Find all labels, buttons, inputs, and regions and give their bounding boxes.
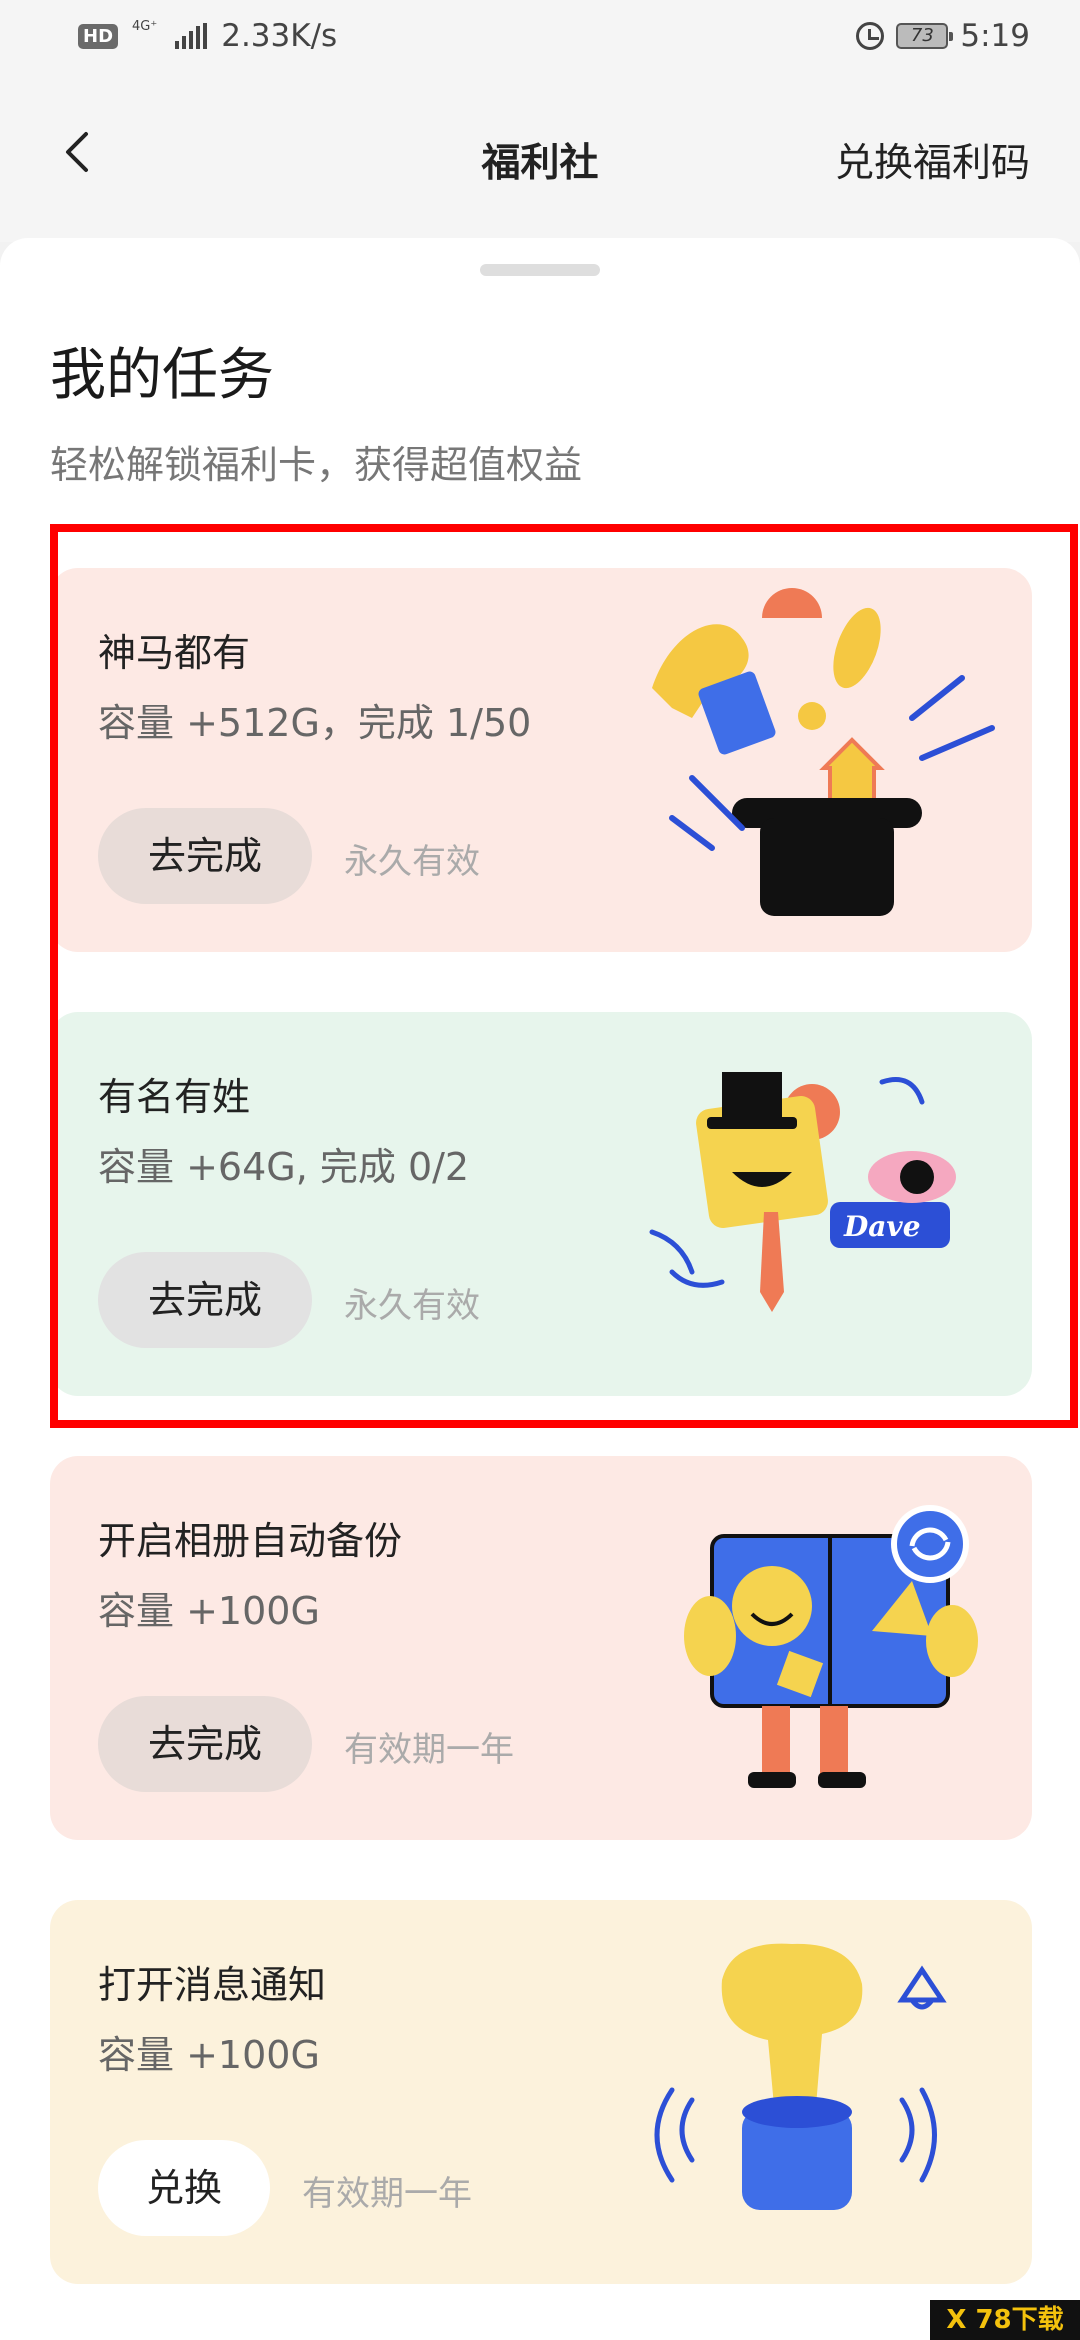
status-right: 73 5:19 — [856, 14, 1030, 58]
name-tag-illustration: Dave — [649, 1072, 956, 1312]
section-title: 我的任务 — [50, 343, 274, 408]
alarm-icon — [856, 22, 885, 50]
task-reward: 容量 +512G，完成 1/50 — [98, 701, 532, 745]
task-sheet: 我的任务 轻松解锁福利卡，获得超值权益 神马都有 容量 +512G，完成 1/5… — [0, 238, 1080, 2340]
redeem-code-link[interactable]: 兑换福利码 — [835, 132, 1030, 188]
task-card: 打开消息通知 容量 +100G 兑换 有效期一年 — [50, 1900, 1032, 2284]
task-name: 开启相册自动备份 — [98, 1519, 403, 1563]
photo-album-illustration — [684, 1505, 978, 1788]
network-speed: 2.33K/s — [221, 18, 338, 54]
network-type: 4G⁺ — [132, 18, 158, 34]
task-card: 神马都有 容量 +512G，完成 1/50 去完成 永久有效 — [50, 568, 1032, 952]
task-name: 神马都有 — [98, 631, 251, 675]
hd-badge: HD — [78, 23, 119, 49]
status-time: 5:19 — [960, 18, 1030, 54]
battery-icon: 73 — [896, 23, 954, 49]
task-validity: 永久有效 — [344, 842, 480, 882]
drag-handle[interactable] — [480, 264, 600, 276]
task-reward: 容量 +64G, 完成 0/2 — [98, 1145, 470, 1189]
task-reward: 容量 +100G — [98, 2033, 320, 2077]
name-badge-text: Dave — [843, 1210, 921, 1243]
section-subtitle: 轻松解锁福利卡，获得超值权益 — [50, 443, 583, 487]
task-validity: 永久有效 — [344, 1286, 480, 1326]
complete-button[interactable]: 去完成 — [98, 1252, 313, 1348]
status-bar: HD 4G⁺ 2.33K/s 73 5:19 — [0, 0, 1080, 72]
magic-hat-illustration — [652, 588, 995, 916]
complete-button[interactable]: 去完成 — [98, 1696, 313, 1792]
notification-press-illustration — [654, 1943, 947, 2210]
task-card: 开启相册自动备份 容量 +100G 去完成 有效期一年 — [50, 1456, 1032, 1840]
task-name: 有名有姓 — [98, 1075, 251, 1119]
task-validity: 有效期一年 — [344, 1730, 514, 1770]
signal-icon — [175, 23, 208, 49]
redeem-button[interactable]: 兑换 — [98, 2140, 271, 2236]
status-left: HD 4G⁺ 2.33K/s — [78, 14, 337, 58]
task-name: 打开消息通知 — [98, 1963, 327, 2007]
complete-button[interactable]: 去完成 — [98, 808, 313, 904]
task-validity: 有效期一年 — [302, 2174, 472, 2214]
task-reward: 容量 +100G — [98, 1589, 320, 1633]
watermark-logo: X 78下载 — [930, 2300, 1080, 2340]
task-card: 有名有姓 容量 +64G, 完成 0/2 去完成 永久有效 Dave — [50, 1012, 1032, 1396]
nav-bar: 福利社 兑换福利码 — [0, 72, 1080, 242]
